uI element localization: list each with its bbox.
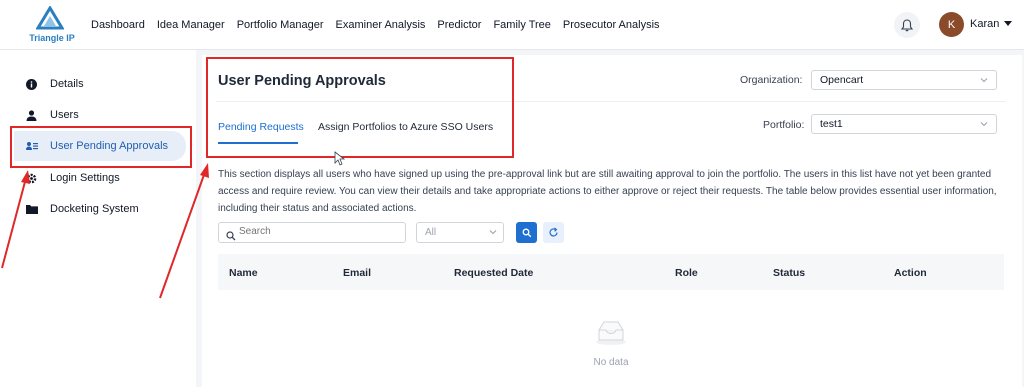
- mouse-cursor-icon: [334, 151, 346, 166]
- annotation-arrows: [1, 151, 346, 299]
- annotation-arrow-center: [159, 163, 209, 299]
- annotation-arrow-left: [1, 170, 30, 269]
